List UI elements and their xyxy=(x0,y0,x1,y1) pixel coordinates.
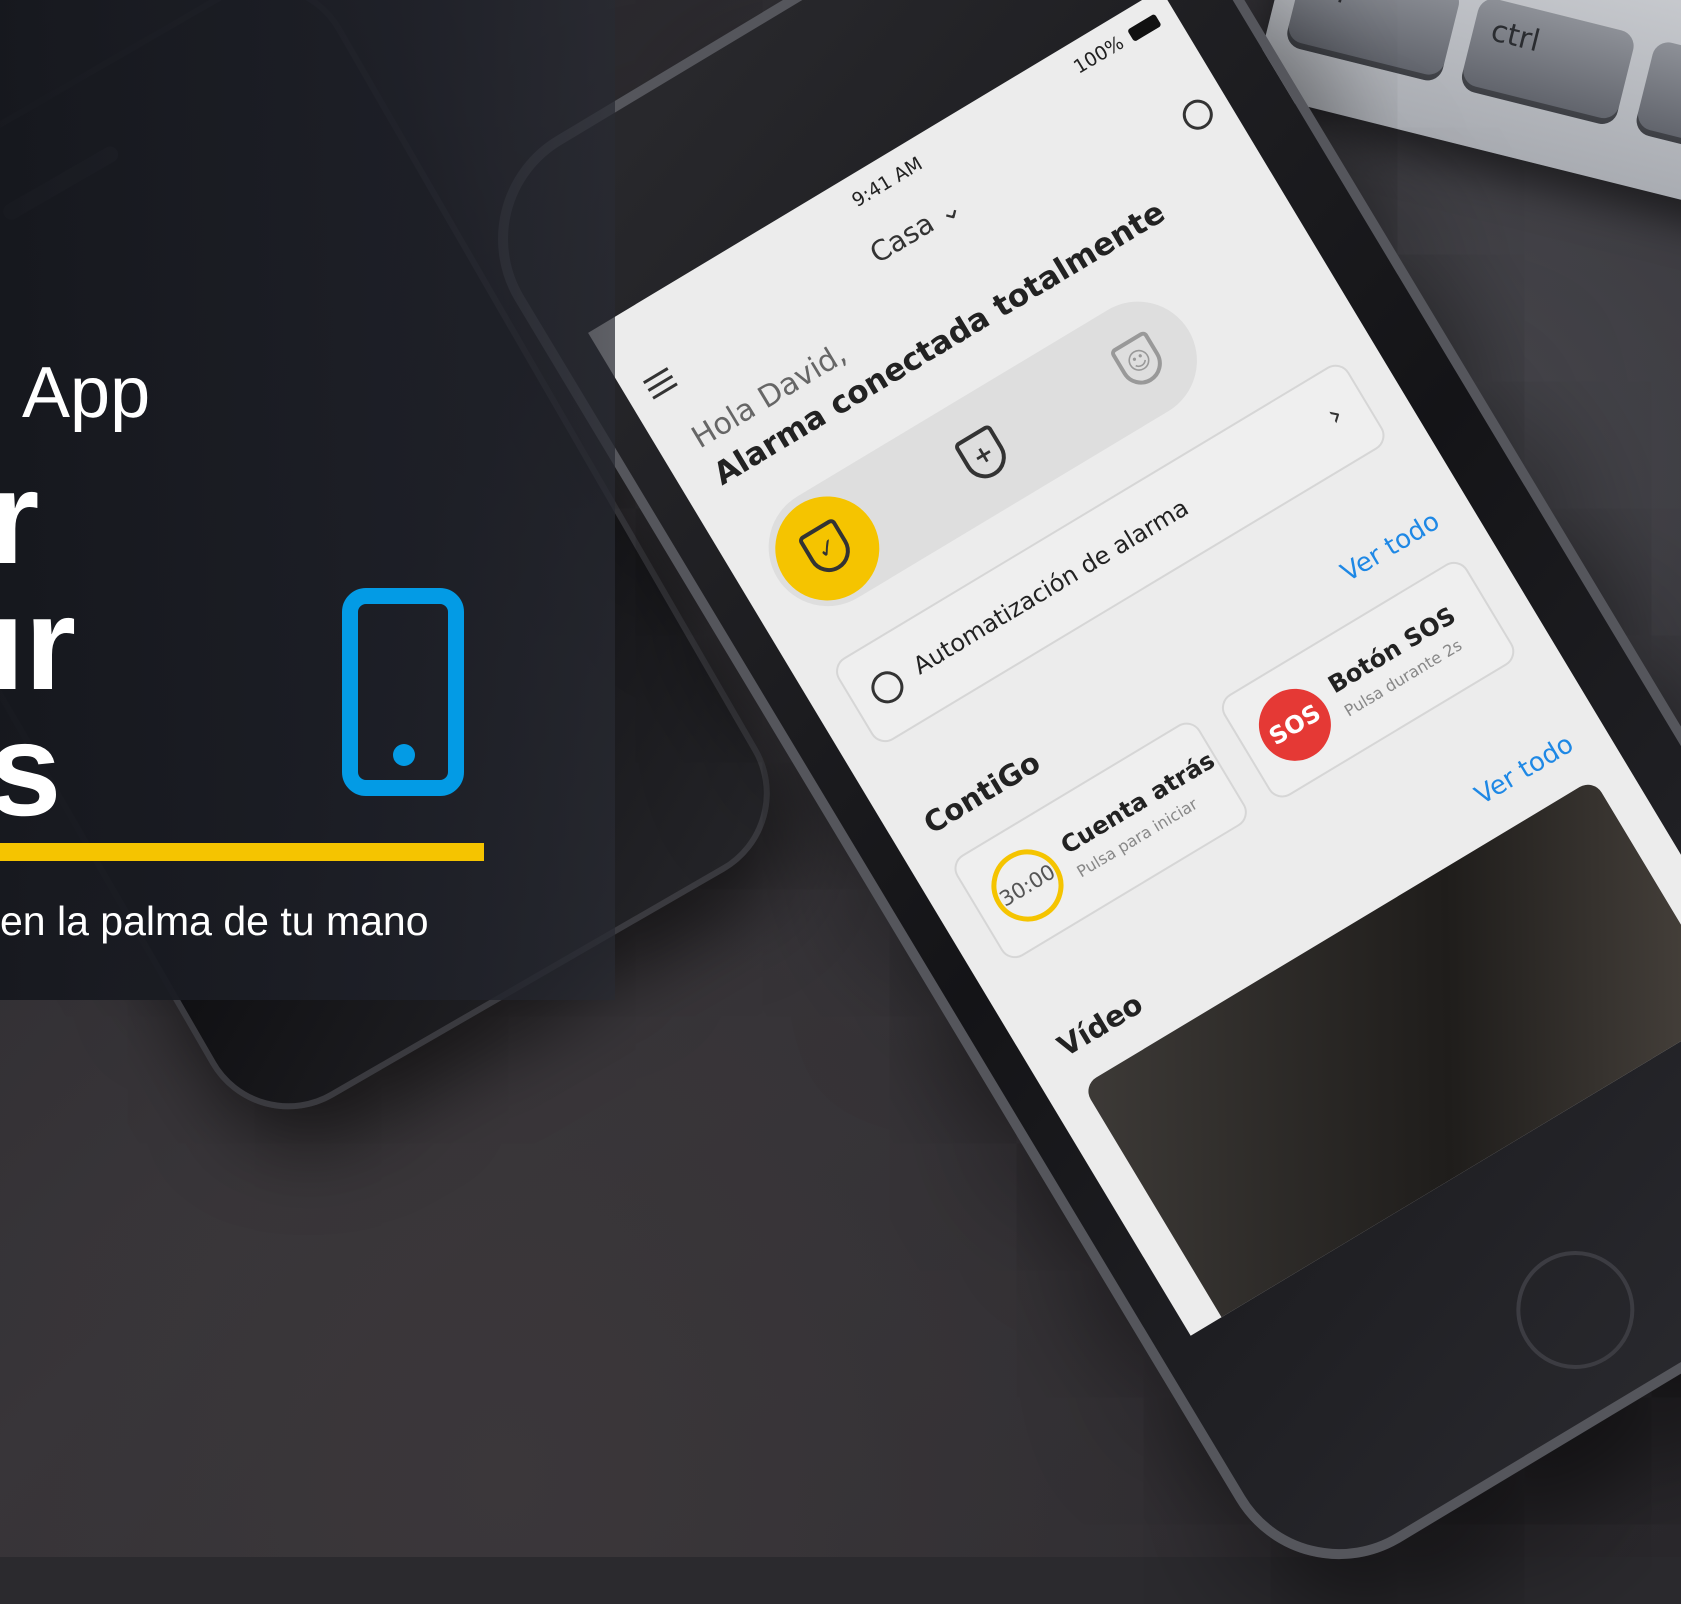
shield-plus-icon: + xyxy=(952,423,1014,487)
overlay-headline-line-1: r xyxy=(0,444,40,591)
battery-level: 100% xyxy=(1069,31,1128,79)
promo-overlay: App r ır s en la palma de tu mano xyxy=(0,0,615,1000)
video-title: Vídeo xyxy=(1051,986,1149,1064)
chevron-down-icon: ⌄ xyxy=(930,189,968,231)
shield-person-icon: ☺ xyxy=(1108,329,1170,393)
key-ctrl-label: ctrl xyxy=(1487,13,1544,60)
mode-person-button[interactable]: ☺ xyxy=(1068,290,1211,433)
overlay-headline-line-3: s xyxy=(0,696,62,843)
overlay-app-label: App xyxy=(22,353,151,433)
mode-partial-button[interactable]: + xyxy=(912,383,1055,526)
chevron-right-icon: › xyxy=(1321,397,1350,434)
sos-badge: SOS xyxy=(1245,675,1345,775)
countdown-card[interactable]: 30:00 Cuenta atrás Pulsa para iniciar xyxy=(948,716,1253,965)
key-ctrl: ctrl xyxy=(1458,0,1638,128)
history-icon[interactable] xyxy=(1177,94,1219,136)
sos-card[interactable]: SOS Botón SOS Pulsa durante 2s xyxy=(1216,555,1521,804)
key-fn-label: fn xyxy=(1313,0,1350,11)
location-label: Casa xyxy=(864,206,940,270)
countdown-timer: 30:00 xyxy=(978,836,1077,935)
home-button xyxy=(1494,1229,1657,1391)
key-fn: fn xyxy=(1283,0,1463,84)
shield-check-icon: ✓ xyxy=(796,517,858,580)
accent-underline xyxy=(0,843,484,861)
key-blank xyxy=(1633,39,1681,171)
overlay-tagline: en la palma de tu mano xyxy=(0,898,429,944)
clock-icon xyxy=(865,665,910,710)
overlay-headline-line-2: ır xyxy=(0,570,77,717)
smartphone-icon xyxy=(342,588,464,796)
mode-full-button[interactable]: ✓ xyxy=(755,477,899,620)
